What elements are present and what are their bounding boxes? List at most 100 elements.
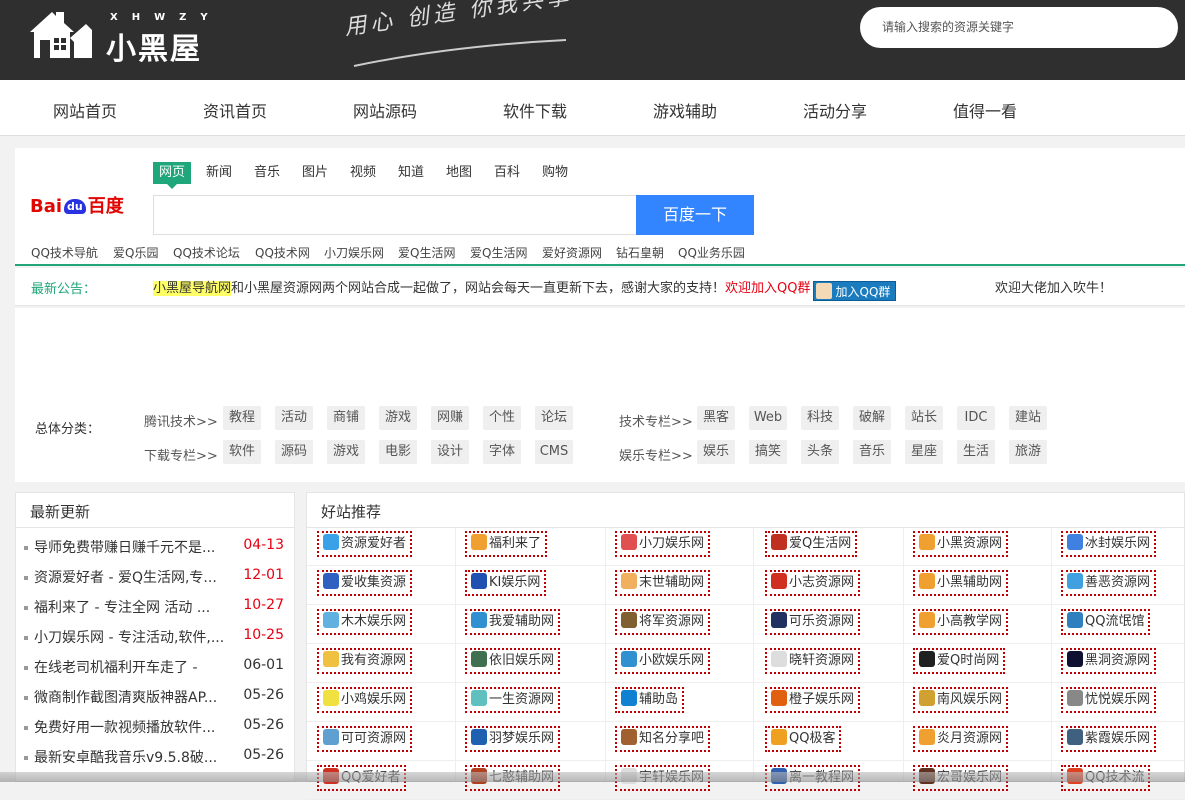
site-link[interactable]: QQ极客 [765, 726, 842, 752]
category-tag[interactable]: CMS [535, 440, 573, 464]
category-tag[interactable]: 软件 [223, 440, 261, 464]
quick-link[interactable]: QQ技术论坛 [173, 244, 240, 261]
site-search-input[interactable] [882, 17, 1162, 37]
category-tag[interactable]: 搞笑 [749, 440, 787, 464]
site-link[interactable]: QQ流氓馆 [1061, 609, 1151, 635]
site-link[interactable]: 木木娱乐网 [317, 609, 413, 635]
category-tag[interactable]: 个性 [483, 406, 521, 430]
nav-item-game-aid[interactable]: 游戏辅助 [620, 98, 750, 122]
site-link[interactable]: 晓轩资源网 [765, 648, 861, 674]
site-link[interactable]: 一生资源网 [465, 687, 561, 713]
site-link[interactable]: 福利来了 [465, 531, 548, 557]
baidu-tab-map[interactable]: 地图 [446, 162, 472, 184]
category-tag[interactable]: 源码 [275, 440, 313, 464]
news-title[interactable]: 福利来了 - 专注全网 活动 ... [34, 597, 232, 617]
baidu-logo[interactable]: Bai du 百度 [30, 192, 124, 218]
nav-item-home[interactable]: 网站首页 [20, 98, 150, 122]
quick-link[interactable]: QQ业务乐园 [678, 244, 745, 261]
site-link[interactable]: 黑洞资源网 [1061, 648, 1157, 674]
site-link[interactable]: 资源爱好者 [317, 531, 413, 557]
site-link[interactable]: 依旧娱乐网 [465, 648, 561, 674]
site-link[interactable]: 辅助岛 [615, 687, 685, 713]
quick-link[interactable]: 爱Q乐园 [113, 244, 158, 261]
category-tag[interactable]: 活动 [275, 406, 313, 430]
quick-link[interactable]: QQ技术网 [255, 244, 310, 261]
category-tag[interactable]: 电影 [379, 440, 417, 464]
notice-highlight[interactable]: 小黑屋导航网 [153, 281, 232, 296]
category-tag[interactable]: 破解 [853, 406, 891, 430]
category-tag[interactable]: 娱乐 [697, 440, 735, 464]
news-item[interactable]: 福利来了 - 专注全网 活动 ... 10-27 [24, 597, 290, 619]
site-link[interactable]: 橙子娱乐网 [765, 687, 861, 713]
baidu-tab-baike[interactable]: 百科 [494, 162, 520, 184]
baidu-tab-news[interactable]: 新闻 [206, 162, 232, 184]
site-link[interactable]: 可乐资源网 [765, 609, 861, 635]
category-tag[interactable]: Web [749, 406, 787, 430]
news-title[interactable]: 导师免费带赚日赚千元不是... [34, 537, 232, 557]
baidu-search-button[interactable]: 百度一下 [636, 195, 754, 235]
logo-text[interactable]: 小黑屋 [106, 24, 202, 68]
news-item[interactable]: 小刀娱乐网 - 专注活动,软件,... 10-25 [24, 627, 290, 649]
baidu-tab-video[interactable]: 视频 [350, 162, 376, 184]
category-tag[interactable]: 星座 [905, 440, 943, 464]
site-link[interactable]: 小刀娱乐网 [615, 531, 711, 557]
site-link[interactable]: 将军资源网 [615, 609, 711, 635]
quick-link[interactable]: 小刀娱乐网 [324, 244, 384, 261]
site-link[interactable]: 爱Q时尚网 [913, 648, 1006, 674]
nav-item-source[interactable]: 网站源码 [320, 98, 450, 122]
baidu-tab-zhidao[interactable]: 知道 [398, 162, 424, 184]
news-title[interactable]: 小刀娱乐网 - 专注活动,软件,... [34, 627, 232, 647]
news-title[interactable]: 在线老司机福利开车走了 - [34, 657, 232, 677]
baidu-tab-web[interactable]: 网页 [153, 162, 192, 189]
site-link[interactable]: 紫霞娱乐网 [1061, 726, 1157, 752]
site-link[interactable]: 小鸡娱乐网 [317, 687, 413, 713]
site-link[interactable]: KI娱乐网 [465, 570, 547, 596]
site-search-box[interactable] [860, 7, 1178, 48]
site-link[interactable]: 小志资源网 [765, 570, 861, 596]
site-link[interactable]: 小高教学网 [913, 609, 1009, 635]
category-tag[interactable]: 教程 [223, 406, 261, 430]
site-link[interactable]: 忧悦娱乐网 [1061, 687, 1157, 713]
category-tag[interactable]: 网赚 [431, 406, 469, 430]
news-title[interactable]: 最新安卓酷我音乐v9.5.8破... [34, 747, 232, 767]
category-tag[interactable]: 旅游 [1009, 440, 1047, 464]
news-item[interactable]: 免费好用一款视频播放软件... 05-26 [24, 717, 290, 739]
category-group-tencent[interactable]: 腾讯技术>> [144, 411, 218, 430]
category-group-download[interactable]: 下载专栏>> [144, 445, 218, 464]
site-link[interactable]: 炎月资源网 [913, 726, 1009, 752]
news-item[interactable]: 在线老司机福利开车走了 - 06-01 [24, 657, 290, 679]
news-item[interactable]: 资源爱好者 - 爱Q生活网,专... 12-01 [24, 567, 290, 589]
news-title[interactable]: 免费好用一款视频播放软件... [34, 717, 232, 737]
site-link[interactable]: 羽梦娱乐网 [465, 726, 561, 752]
category-group-fun[interactable]: 娱乐专栏>> [619, 445, 693, 464]
site-link[interactable]: 冰封娱乐网 [1061, 531, 1157, 557]
site-link[interactable]: 小欧娱乐网 [615, 648, 711, 674]
category-tag[interactable]: IDC [957, 406, 995, 430]
site-link[interactable]: 南风娱乐网 [913, 687, 1009, 713]
site-link[interactable]: 善恶资源网 [1061, 570, 1157, 596]
category-tag[interactable]: 论坛 [535, 406, 573, 430]
category-tag[interactable]: 音乐 [853, 440, 891, 464]
baidu-tab-music[interactable]: 音乐 [254, 162, 280, 184]
baidu-search-input[interactable] [153, 195, 637, 235]
baidu-tab-images[interactable]: 图片 [302, 162, 328, 184]
site-link[interactable]: 知名分享吧 [615, 726, 711, 752]
category-tag[interactable]: 字体 [483, 440, 521, 464]
join-qq-group-button[interactable]: 加入QQ群 [812, 281, 897, 301]
category-tag[interactable]: 建站 [1009, 406, 1047, 430]
nav-item-worth[interactable]: 值得一看 [920, 98, 1050, 122]
site-link[interactable]: 小黑资源网 [913, 531, 1009, 557]
baidu-tab-shopping[interactable]: 购物 [542, 162, 568, 184]
category-tag[interactable]: 商铺 [327, 406, 365, 430]
site-link[interactable]: 我有资源网 [317, 648, 413, 674]
category-tag[interactable]: 生活 [957, 440, 995, 464]
category-tag[interactable]: 游戏 [327, 440, 365, 464]
site-link[interactable]: 末世辅助网 [615, 570, 711, 596]
quick-link[interactable]: 爱Q生活网 [470, 244, 527, 261]
category-tag[interactable]: 设计 [431, 440, 469, 464]
category-group-tech[interactable]: 技术专栏>> [619, 411, 693, 430]
quick-link[interactable]: 爱Q生活网 [398, 244, 455, 261]
quick-link[interactable]: 钻石皇朝 [616, 244, 664, 261]
site-link[interactable]: 我爱辅助网 [465, 609, 561, 635]
nav-item-activity[interactable]: 活动分享 [770, 98, 900, 122]
